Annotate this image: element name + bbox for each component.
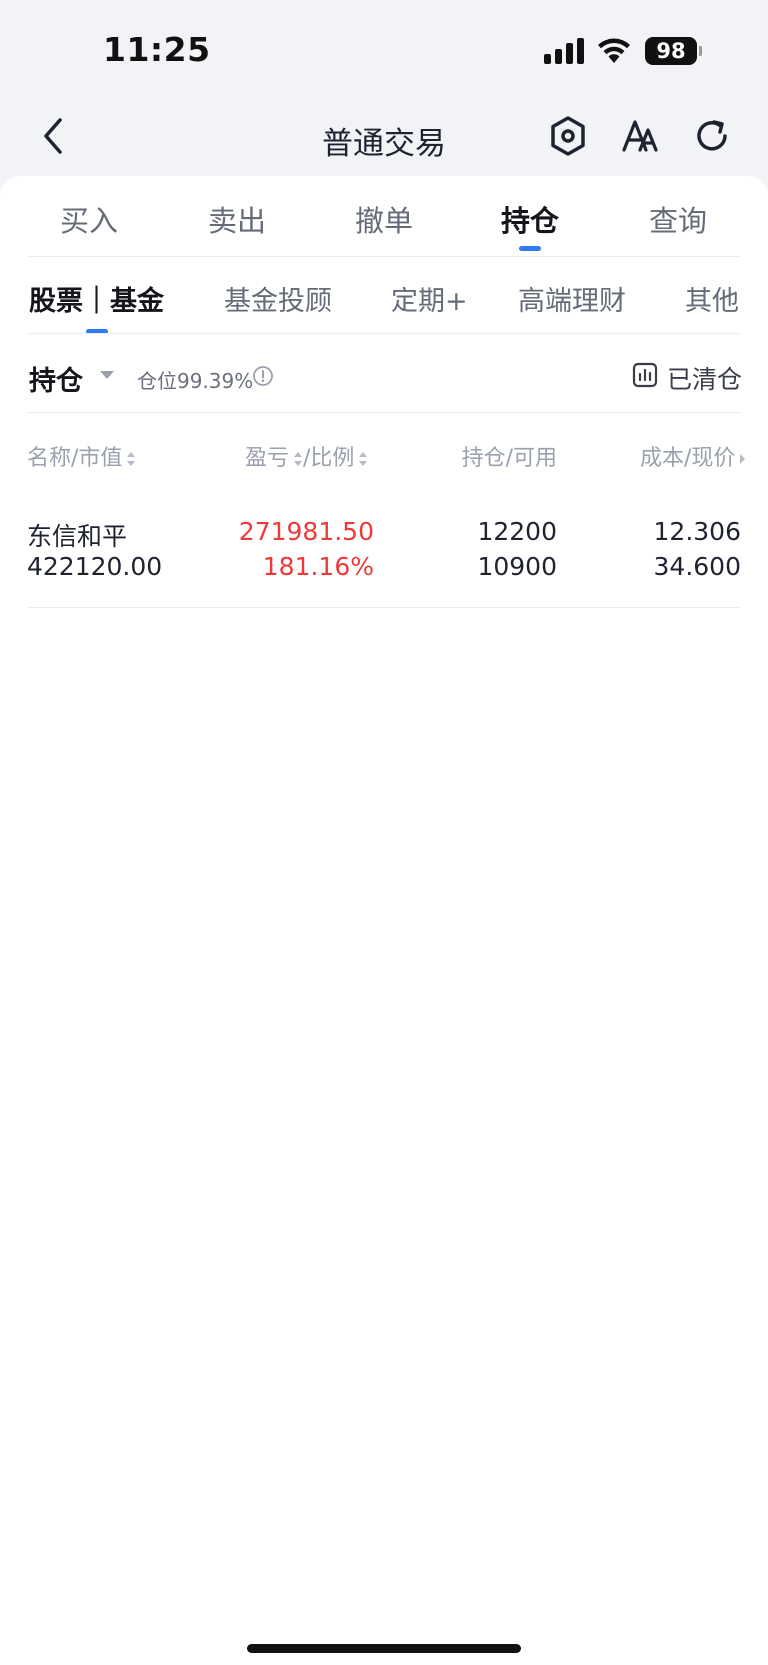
col-header-label: 名称/市值 [27, 446, 123, 471]
cleared-positions-link[interactable]: 已清仓 [667, 360, 742, 396]
tab-buy[interactable]: 买入 [34, 198, 144, 240]
content-card: 买入 卖出 撤单 持仓 查询 股票｜基金 基金投顾 定期+ 高端理财 其他 持仓… [0, 176, 768, 1665]
profit-loss: 271981.50 [238, 517, 374, 546]
caret-down-icon[interactable] [100, 371, 114, 379]
profit-ratio: 181.16% [262, 552, 374, 581]
divider [27, 333, 741, 334]
primary-tabs: 买入 卖出 撤单 持仓 查询 [0, 176, 768, 256]
battery-indicator: 98 [645, 37, 702, 65]
bar-chart-icon[interactable] [632, 362, 658, 388]
tab-holdings[interactable]: 持仓 [475, 198, 585, 240]
chevron-right-icon [740, 454, 746, 464]
subtab-premium-wealth[interactable]: 高端理财 [518, 279, 626, 318]
col-header-holding-available: 持仓/可用 [461, 446, 557, 471]
divider [27, 607, 741, 608]
divider [27, 412, 741, 413]
stock-name: 东信和平 [27, 522, 128, 551]
col-header-profit-ratio[interactable]: 盈亏/比例 [245, 440, 368, 472]
status-time: 11:25 [103, 30, 211, 69]
status-bar: 11:25 98 [0, 0, 768, 100]
col-header-label: 盈亏 [245, 446, 290, 471]
primary-tab-indicator [519, 246, 541, 251]
col-header-label: 成本/现价 [640, 446, 736, 471]
subtab-other[interactable]: 其他 [685, 279, 739, 318]
battery-tip [699, 46, 702, 56]
col-header-cost-price[interactable]: 成本/现价 [640, 440, 747, 472]
settings-icon[interactable] [548, 114, 588, 158]
current-price: 34.600 [653, 552, 741, 581]
wifi-icon [598, 38, 630, 63]
sort-icon [127, 452, 136, 466]
col-header-name-value[interactable]: 名称/市值 [27, 440, 136, 472]
tab-query[interactable]: 查询 [623, 198, 733, 240]
position-ratio: 仓位99.39% [137, 369, 254, 393]
holdings-filter-label[interactable]: 持仓 [29, 359, 83, 398]
subtab-fixed-term[interactable]: 定期+ [391, 279, 468, 318]
subtab-stocks-funds[interactable]: 股票｜基金 [29, 279, 164, 318]
tab-sell[interactable]: 卖出 [182, 198, 292, 240]
tab-cancel-order[interactable]: 撤单 [329, 198, 439, 240]
divider [27, 256, 741, 257]
font-size-icon[interactable] [620, 114, 660, 158]
battery-level: 98 [645, 37, 697, 65]
sort-icon [294, 452, 303, 466]
holding-qty: 12200 [477, 517, 557, 546]
market-value: 422120.00 [27, 552, 163, 581]
refresh-icon[interactable] [692, 114, 732, 158]
signal-icon [544, 38, 584, 64]
cost-price: 12.306 [653, 517, 741, 546]
info-icon[interactable] [252, 365, 274, 387]
col-header-label: /比例 [303, 446, 355, 471]
sort-icon [359, 452, 368, 466]
home-indicator[interactable] [247, 1644, 521, 1653]
subtab-fund-advisory[interactable]: 基金投顾 [224, 279, 332, 318]
nav-bar: 普通交易 [0, 100, 768, 176]
available-qty: 10900 [477, 552, 557, 581]
